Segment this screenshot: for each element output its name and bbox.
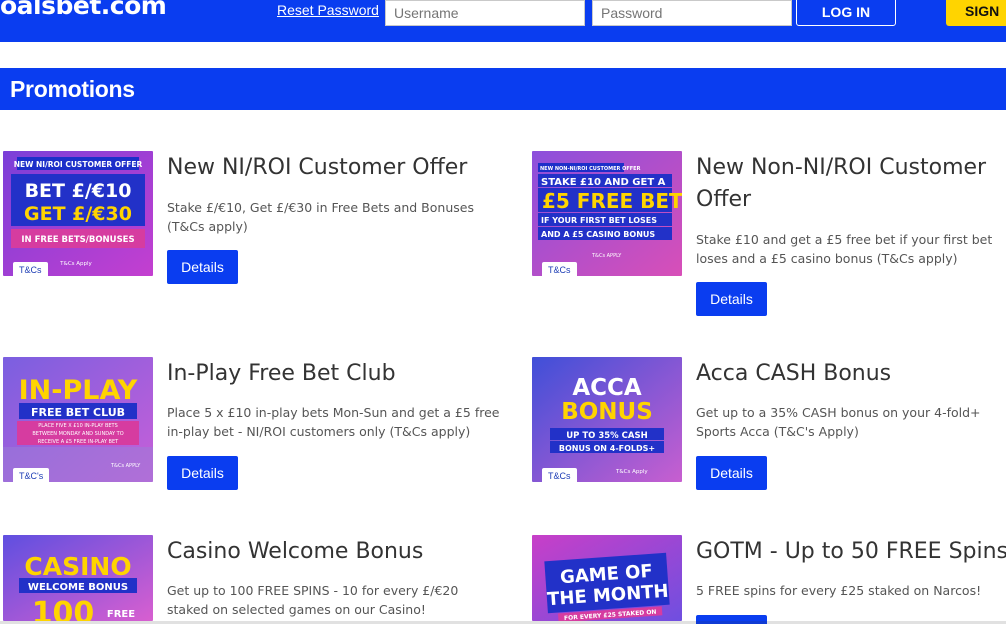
svg-text:T&Cs Apply: T&Cs Apply: [615, 469, 648, 475]
promo-title[interactable]: In-Play Free Bet Club: [167, 358, 507, 390]
promo-description: Get up to a 35% CASH bonus on your 4-fol…: [696, 405, 981, 439]
tc-tab[interactable]: T&Cs: [542, 468, 577, 482]
details-button[interactable]: Details: [696, 282, 767, 316]
tc-tab[interactable]: T&Cs: [542, 262, 577, 276]
svg-text:100: 100: [32, 596, 95, 621]
details-button[interactable]: Details: [167, 456, 238, 490]
promo-description: Get up to 100 FREE SPINS - 10 for every …: [167, 583, 459, 617]
svg-text:WELCOME BONUS: WELCOME BONUS: [28, 582, 128, 593]
promo-banner-image[interactable]: IN-PLAY FREE BET CLUB PLACE FIVE X £10 I…: [3, 357, 153, 482]
signup-button[interactable]: SIGN: [946, 0, 1006, 26]
tc-tab[interactable]: T&C's: [13, 468, 50, 482]
svg-text:IF YOUR FIRST BET LOSES: IF YOUR FIRST BET LOSES: [541, 216, 657, 225]
site-logo[interactable]: oalsbet.com: [0, 0, 167, 20]
promo-banner-image[interactable]: NEW NON-NI/ROI CUSTOMER OFFER STAKE £10 …: [532, 151, 682, 276]
svg-text:NEW NI/ROI CUSTOMER OFFER: NEW NI/ROI CUSTOMER OFFER: [14, 160, 143, 169]
username-field[interactable]: [385, 0, 585, 26]
svg-text:BONUS ON 4-FOLDS+: BONUS ON 4-FOLDS+: [559, 444, 655, 453]
svg-text:FREE: FREE: [107, 609, 135, 620]
promo-banner-image[interactable]: ACCA BONUS UP TO 35% CASH BONUS ON 4-FOL…: [532, 357, 682, 482]
promo-banner-image[interactable]: GAME OF THE MONTH FOR EVERY £25 STAKED O…: [532, 535, 682, 621]
promo-banner-image[interactable]: CASINO WELCOME BONUS 100 FREE: [3, 535, 153, 621]
svg-text:IN-PLAY: IN-PLAY: [19, 375, 138, 406]
promo-banner-image[interactable]: NEW NI/ROI CUSTOMER OFFER BET £/€10 GET …: [3, 151, 153, 276]
svg-text:CASINO: CASINO: [24, 552, 131, 581]
svg-text:PLACE FIVE X £10 IN-PLAY BETS: PLACE FIVE X £10 IN-PLAY BETS: [38, 423, 118, 429]
reset-password-link[interactable]: Reset Password: [277, 2, 379, 18]
svg-text:BET £/€10: BET £/€10: [25, 180, 132, 202]
promo-title[interactable]: Casino Welcome Bonus: [167, 536, 507, 568]
login-button[interactable]: LOG IN: [796, 0, 896, 26]
svg-text:£5 FREE BET: £5 FREE BET: [542, 189, 682, 213]
password-field[interactable]: [592, 0, 792, 26]
svg-text:RECEIVE A £5 FREE IN-PLAY BET: RECEIVE A £5 FREE IN-PLAY BET: [38, 439, 119, 445]
promotions-header: Promotions: [0, 68, 1006, 110]
promo-title[interactable]: New NI/ROI Customer Offer: [167, 152, 507, 184]
svg-text:BETWEEN MONDAY AND SUNDAY TO: BETWEEN MONDAY AND SUNDAY TO: [32, 431, 123, 437]
promo-description: Stake £10 and get a £5 free bet if your …: [696, 232, 993, 266]
svg-text:BONUS: BONUS: [561, 399, 653, 425]
tc-tab[interactable]: T&Cs: [13, 262, 48, 276]
svg-text:IN FREE BETS/BONUSES: IN FREE BETS/BONUSES: [21, 235, 134, 245]
promo-title[interactable]: Acca CASH Bonus: [696, 358, 1006, 390]
svg-text:NEW NON-NI/ROI CUSTOMER OFFER: NEW NON-NI/ROI CUSTOMER OFFER: [540, 166, 641, 172]
svg-text:GET £/€30: GET £/€30: [24, 203, 132, 225]
svg-text:T&Cs APPLY: T&Cs APPLY: [110, 463, 141, 469]
svg-text:FREE BET CLUB: FREE BET CLUB: [31, 406, 125, 419]
promo-description: Place 5 x £10 in-play bets Mon-Sun and g…: [167, 405, 500, 439]
promo-title[interactable]: GOTM - Up to 50 FREE Spins: [696, 536, 1006, 568]
page-title: Promotions: [10, 76, 135, 102]
promo-description: Stake £/€10, Get £/€30 in Free Bets and …: [167, 200, 474, 234]
promo-title[interactable]: New Non-NI/ROI Customer Offer: [696, 152, 1006, 216]
top-header: oalsbet.com Reset Password LOG IN SIGN: [0, 0, 1006, 42]
svg-text:AND A £5 CASINO BONUS: AND A £5 CASINO BONUS: [541, 230, 655, 239]
svg-text:UP TO 35% CASH: UP TO 35% CASH: [566, 431, 647, 441]
details-button[interactable]: Details: [167, 250, 238, 284]
svg-text:T&Cs Apply: T&Cs Apply: [59, 261, 92, 267]
svg-text:STAKE £10 AND GET A: STAKE £10 AND GET A: [541, 177, 666, 188]
svg-text:T&Cs APPLY: T&Cs APPLY: [591, 253, 622, 259]
details-button[interactable]: Details: [696, 456, 767, 490]
svg-text:ACCA: ACCA: [572, 375, 642, 401]
promo-description: 5 FREE spins for every £25 staked on Nar…: [696, 583, 982, 598]
